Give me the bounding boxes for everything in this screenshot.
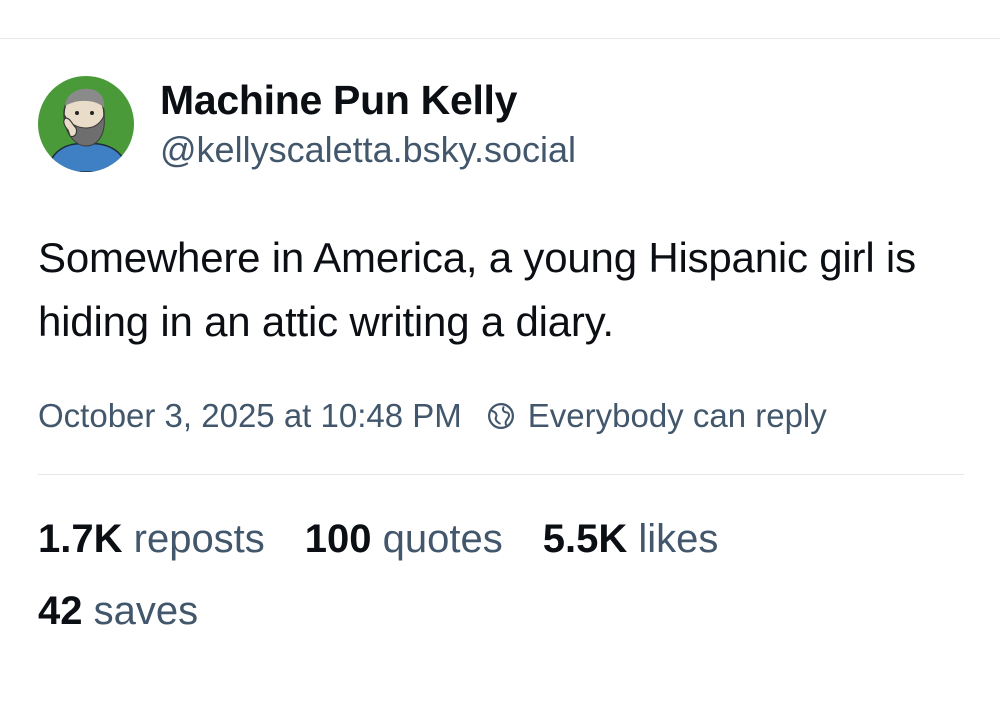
bearded-man-portrait-icon	[38, 76, 134, 172]
author-handle[interactable]: @kellyscaletta.bsky.social	[160, 127, 576, 173]
saves-stat[interactable]: 42 saves	[38, 575, 198, 647]
quotes-stat[interactable]: 100 quotes	[305, 503, 503, 575]
engagement-stats: 1.7K reposts 100 quotes 5.5K likes 42 saves	[38, 503, 918, 647]
reposts-label: reposts	[133, 517, 265, 561]
quotes-count: 100	[304, 517, 372, 561]
author-row: Machine Pun Kelly @kellyscaletta.bsky.so…	[38, 76, 964, 172]
reposts-stat[interactable]: 1.7K reposts	[38, 503, 265, 575]
stats-divider	[38, 474, 964, 475]
author-display-name[interactable]: Machine Pun Kelly	[160, 75, 576, 125]
post-timestamp[interactable]: October 3, 2025 at 10:48 PM	[38, 397, 462, 435]
author-meta: Machine Pun Kelly @kellyscaletta.bsky.so…	[160, 75, 576, 173]
saves-label: saves	[93, 589, 199, 633]
likes-count: 5.5K	[542, 517, 628, 561]
saves-count: 42	[38, 589, 83, 633]
post-text: Somewhere in America, a young Hispanic g…	[38, 234, 916, 345]
avatar[interactable]	[38, 76, 134, 172]
reply-setting-label[interactable]: Everybody can reply	[528, 397, 827, 435]
post-meta-row: October 3, 2025 at 10:48 PM Everybody ca…	[38, 394, 964, 438]
globe-reply-icon	[487, 403, 514, 429]
reposts-count: 1.7K	[38, 517, 123, 561]
top-divider	[0, 38, 1000, 39]
likes-stat[interactable]: 5.5K likes	[543, 503, 719, 575]
likes-label: likes	[638, 517, 719, 561]
post-thread-item: Machine Pun Kelly @kellyscaletta.bsky.so…	[38, 76, 964, 647]
quotes-label: quotes	[382, 517, 503, 561]
